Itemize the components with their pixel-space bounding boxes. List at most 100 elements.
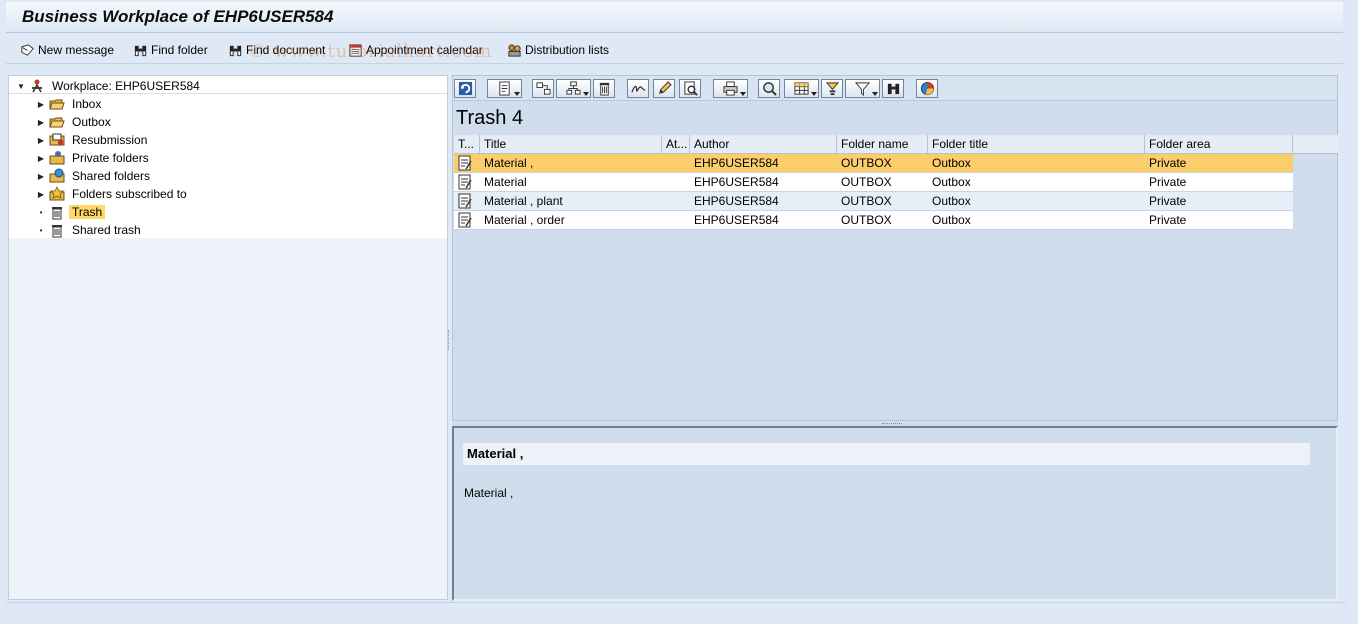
collapsed-triangle-icon[interactable]: ▶ [37,190,45,199]
folder-title-cell: Outbox [932,213,971,227]
find-folder-button[interactable]: Find folder [133,41,208,59]
move-button[interactable] [532,79,554,98]
new-message-button[interactable]: New message [20,41,114,59]
distribution-list-icon [508,43,521,57]
resubmission-icon [49,133,65,146]
print-icon [723,81,738,96]
folder-area-cell: Private [1149,194,1187,208]
tree-item-resubmission[interactable]: ▶ Resubmission [37,131,150,149]
splitter-grip[interactable] [882,421,902,424]
binoculars-icon [887,83,899,95]
private-folder-icon [49,151,65,165]
author-cell: EHP6USER584 [694,213,779,227]
tree-root-workplace[interactable]: ▼ Workplace: EHP6USER584 [17,77,203,95]
tree-item-label: Shared folders [72,169,151,183]
leaf-bullet-icon: • [39,225,43,235]
tree-item-folders-subscribed-to[interactable]: ▶ Folders subscribed to [37,185,190,203]
collapsed-triangle-icon[interactable]: ▶ [37,136,45,145]
column-header-attachment[interactable]: At... [662,135,690,154]
trash-icon [599,82,609,96]
tree-item-label: Shared trash [72,223,141,237]
grid-header: T... Title At... Author Folder name Fold… [454,135,1338,154]
find-button[interactable] [882,79,904,98]
tree-item-outbox[interactable]: ▶ Outbox [37,113,114,131]
folder-name-cell: OUTBOX [841,194,892,208]
hierarchy-dropdown-button[interactable] [556,79,591,98]
folder-title-cell: Outbox [932,175,971,189]
document-preview-pane: Material , Material , [452,426,1338,601]
tree-item-trash[interactable]: • Trash [37,203,106,221]
author-cell: EHP6USER584 [694,194,779,208]
distribution-lists-label: Distribution lists [525,43,610,57]
application-toolbar: New message Find folder Find document Ap… [6,34,1343,64]
vertical-splitter[interactable] [448,75,451,600]
preview-body: Material , [464,486,514,500]
details-dropdown-button[interactable] [487,79,522,98]
title-cell: Material [484,175,527,189]
column-header-folder-area[interactable]: Folder area [1145,135,1293,154]
sign-button[interactable] [627,79,649,98]
title-cell: Material , plant [484,194,563,208]
dropdown-arrow-icon [583,92,589,96]
tree-item-private-folders[interactable]: ▶ Private folders [37,149,152,167]
collapsed-triangle-icon[interactable]: ▶ [37,100,45,109]
column-header-author[interactable]: Author [690,135,837,154]
document-type-cell [454,211,480,230]
expanded-triangle-icon[interactable]: ▼ [17,82,25,91]
sort-button[interactable] [821,79,843,98]
refresh-button[interactable] [454,79,476,98]
workplace-icon [32,79,42,93]
tree-item-inbox[interactable]: ▶ Inbox [37,95,104,113]
tree-item-label: Outbox [72,115,111,129]
print-dropdown-button[interactable] [713,79,748,98]
table-row[interactable]: Material , plant EHP6USER584 OUTBOX Outb… [454,192,1293,211]
folder-area-cell: Private [1149,156,1187,170]
column-header-folder-title[interactable]: Folder title [928,135,1145,154]
table-row[interactable]: Material , order EHP6USER584 OUTBOX Outb… [454,211,1293,230]
window-title: Business Workplace of EHP6USER584 [22,7,334,26]
grid-toolbar [453,76,1337,101]
distribution-lists-button[interactable]: Distribution lists [507,41,609,59]
graphic-button[interactable] [916,79,938,98]
calendar-icon [349,43,362,57]
table-row[interactable]: Material , EHP6USER584 OUTBOX Outbox Pri… [454,154,1293,173]
appointment-calendar-button[interactable]: Appointment calendar [348,41,483,59]
title-cell: Material , order [484,213,565,227]
edit-button[interactable] [653,79,675,98]
tree-item-shared-trash[interactable]: • Shared trash [37,221,144,239]
table-row[interactable]: Material EHP6USER584 OUTBOX Outbox Priva… [454,173,1293,192]
folder-tree-panel: ▼ Workplace: EHP6USER584 ▶ Inbox ▶ Outbo… [8,75,448,600]
note-document-icon [458,174,472,190]
sort-icon [825,82,839,96]
hierarchy-icon [566,81,581,95]
filter-dropdown-button[interactable] [845,79,880,98]
collapsed-triangle-icon[interactable]: ▶ [37,118,45,127]
document-type-cell [454,154,480,173]
document-type-cell [454,173,480,192]
folder-title-cell: Outbox [932,194,971,208]
column-header-title[interactable]: Title [480,135,662,154]
details-view-button[interactable] [758,79,780,98]
trash-icon [52,207,62,220]
collapsed-triangle-icon[interactable]: ▶ [37,172,45,181]
shared-folder-icon [49,168,65,183]
layout-dropdown-button[interactable] [784,79,819,98]
tree-root-label: Workplace: EHP6USER584 [52,79,200,93]
find-document-button[interactable]: Find document [228,41,325,59]
tree-item-shared-folders[interactable]: ▶ Shared folders [37,167,153,185]
tree-item-label: Inbox [72,97,102,111]
delete-button[interactable] [593,79,615,98]
document-details-icon [499,81,510,96]
column-header-folder-name[interactable]: Folder name [837,135,928,154]
dropdown-arrow-icon [740,92,746,96]
display-button[interactable] [679,79,701,98]
tree-item-label: Folders subscribed to [72,187,187,201]
dropdown-arrow-icon [811,92,817,96]
new-message-icon [21,43,34,56]
note-document-icon [458,193,472,209]
find-folder-label: Find folder [151,43,208,57]
column-header-type[interactable]: T... [454,135,480,154]
collapsed-triangle-icon[interactable]: ▶ [37,154,45,163]
splitter-grip[interactable] [448,330,451,350]
folder-open-icon [49,117,65,128]
